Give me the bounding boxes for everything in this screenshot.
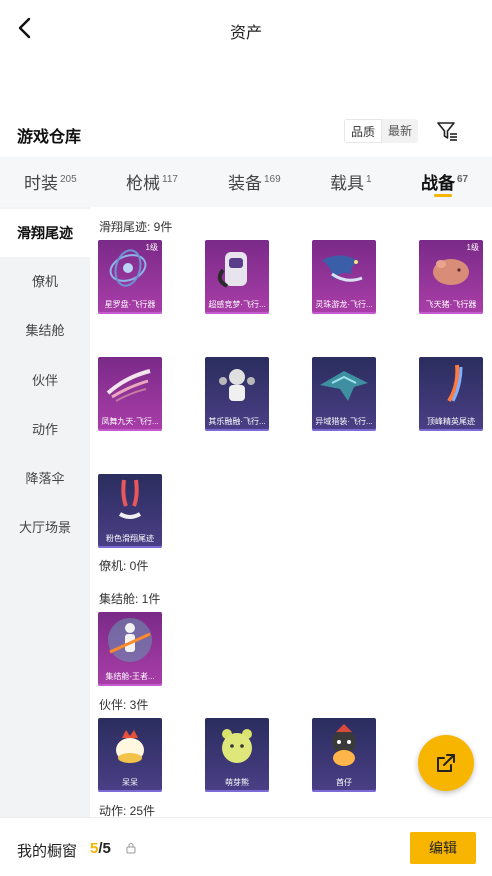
section-title-rally: 集结舱: 1件 [99,592,161,606]
showcase-label: 我的橱窗 [17,843,78,860]
item-card[interactable]: 酋仔 [312,718,376,792]
tab-combat-gear[interactable]: 战备 67 [421,169,468,194]
item-art [222,729,252,763]
item-list: 滑翔尾迹: 9件 1级 星罗盘·飞行器 超感竞梦·飞行... 灵珠游龙·飞行..… [90,207,492,817]
item-level: 1级 [145,243,158,252]
section-title-glide: 滑翔尾迹: 9件 [99,220,173,234]
item-card[interactable]: 萌芽熊 [205,718,269,792]
item-label: 星罗盘·飞行器 [104,300,156,309]
item-art [219,369,255,401]
item-label: 呆呆 [122,778,138,787]
item-label: 异域猎装·飞行... [315,417,373,426]
item-label: 灵珠游龙·飞行... [315,300,373,309]
item-card[interactable]: 粉色滑翔尾迹 [98,474,162,548]
share-button[interactable] [418,735,474,791]
section-title-partner: 伙伴: 3件 [99,698,149,712]
warehouse-header: 游戏仓库 品质 最新 [0,115,492,151]
sidebar-item-partner[interactable]: 伙伴 [0,357,90,405]
category-tabs: 时装 205 枪械 117 装备 169 载具 1 战备 67 [0,157,492,207]
showcase-max: 5 [102,840,111,857]
lock-icon [126,843,136,854]
item-card[interactable]: 集结舱-王者... [98,612,162,686]
item-art [118,479,142,519]
sidebar-item-rally-pod[interactable]: 集结舱 [0,307,90,355]
tab-fashion[interactable]: 时装 205 [24,169,77,194]
item-art [322,255,363,282]
sidebar-item-glide-trail[interactable]: 滑翔尾迹 [0,209,90,257]
item-art [116,730,144,763]
item-card[interactable]: 凤舞九天·飞行... [98,357,162,431]
item-label: 集结舱-王者... [105,672,155,681]
page-title: 资产 [229,25,262,42]
active-tab-indicator [434,194,452,197]
item-label: 顶峰精英尾迹 [427,417,475,426]
item-card[interactable]: 灵珠游龙·飞行... [312,240,376,314]
item-card[interactable]: 顶峰精英尾迹 [419,357,483,431]
item-label: 飞天猪·飞行器 [425,300,477,309]
warehouse-title: 游戏仓库 [17,129,82,146]
sidebar-item-parachute[interactable]: 降落伞 [0,455,90,503]
item-art [320,371,368,401]
item-card[interactable]: 异域猎装·飞行... [312,357,376,431]
item-label: 凤舞九天·飞行... [101,417,159,426]
item-art [108,618,152,662]
sort-quality-button[interactable]: 品质 [344,119,383,143]
sidebar-item-lobby-scene[interactable]: 大厅场景 [0,504,90,552]
share-icon [437,754,455,772]
item-card[interactable]: 1级 飞天猪·飞行器 [419,240,483,314]
sidebar-item-wingman[interactable]: 僚机 [0,258,90,306]
item-art [106,369,151,402]
top-bar: 资产 [0,0,492,58]
edit-button[interactable]: 编辑 [410,832,476,864]
tab-equipment[interactable]: 装备 169 [228,169,281,194]
section-title-wingman: 僚机: 0件 [99,559,149,573]
sidebar-item-action[interactable]: 动作 [0,406,90,454]
item-label: 超感竞梦·飞行... [208,300,266,309]
sort-newest-button[interactable]: 最新 [382,119,419,143]
tab-vehicles[interactable]: 载具 1 [330,169,372,194]
item-card[interactable]: 其乐融融·飞行... [205,357,269,431]
item-label: 萌芽熊 [225,778,249,787]
item-card[interactable]: 超感竞梦·飞行... [205,240,269,314]
filter-icon[interactable] [436,120,458,142]
item-card[interactable]: 1级 星罗盘·飞行器 [98,240,162,314]
item-level: 1级 [466,243,479,252]
item-art [447,364,463,403]
item-label: 其乐融融·飞行... [208,417,266,426]
item-label: 粉色滑翔尾迹 [106,534,154,543]
bottom-bar: 我的橱窗 5/5 编辑 [0,817,492,876]
item-art [217,252,247,288]
item-card[interactable]: 呆呆 [98,718,162,792]
sidebar: 滑翔尾迹 僚机 集结舱 伙伴 动作 降落伞 大厅场景 [0,207,90,817]
tab-firearms[interactable]: 枪械 117 [126,169,178,194]
section-title-action: 动作: 25件 [99,804,156,817]
sort-toggle: 品质 最新 [344,119,419,143]
item-label: 酋仔 [336,778,352,787]
item-art [332,724,356,766]
showcase-count: 5/5 [90,840,111,857]
